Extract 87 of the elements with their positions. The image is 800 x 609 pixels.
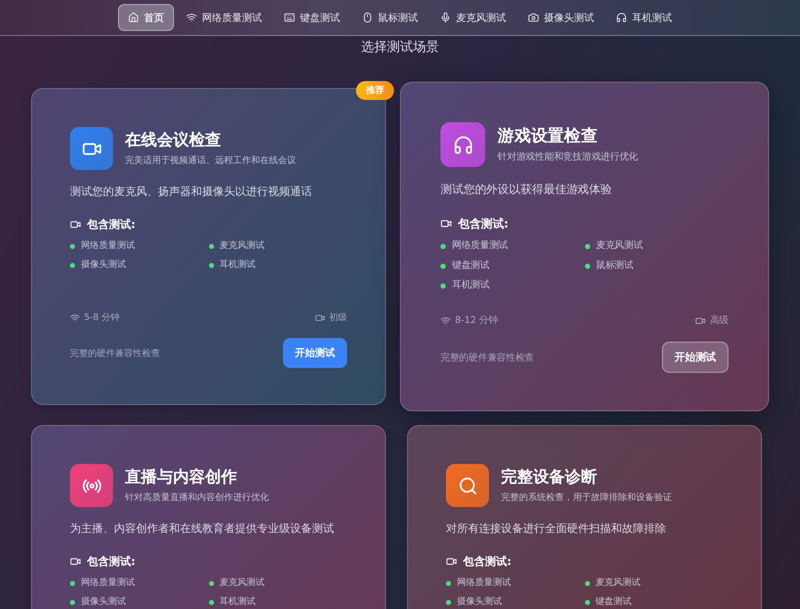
- test-item: 麦克风测试: [596, 240, 643, 254]
- status-dot: [584, 581, 590, 586]
- wifi-icon: [440, 315, 451, 326]
- search-icon: [458, 476, 478, 496]
- card-title: 直播与内容创作: [125, 467, 238, 487]
- status-dot: [70, 244, 75, 249]
- video-camera-icon: [70, 556, 81, 567]
- difficulty-text: 初级: [329, 312, 347, 324]
- card-description: 测试您的麦克风、扬声器和摄像头以进行视频通话: [70, 184, 313, 199]
- keyboard-icon: [284, 12, 295, 23]
- status-dot: [584, 244, 590, 250]
- status-dot: [446, 600, 451, 605]
- status-dot: [446, 581, 451, 586]
- headphones-icon: [452, 134, 474, 155]
- test-item: 网络质量测试: [81, 577, 135, 590]
- status-dot: [440, 283, 446, 289]
- status-dot: [208, 244, 214, 249]
- card-title: 在线会议检查: [125, 130, 222, 150]
- video-camera-icon: [440, 218, 452, 230]
- duration-text: 8-12 分钟: [455, 314, 498, 328]
- test-item: 耳机测试: [220, 596, 256, 609]
- status-dot: [208, 581, 214, 586]
- nav-tab[interactable]: 鼠标测试: [352, 4, 428, 31]
- test-item: 网络质量测试: [457, 577, 511, 590]
- difficulty-text: 高级: [710, 314, 729, 328]
- nav-tab[interactable]: 摄像头测试: [518, 4, 604, 31]
- nav-tab[interactable]: 耳机测试: [606, 4, 682, 31]
- video-camera-icon: [695, 315, 706, 326]
- test-item: 耳机测试: [220, 259, 256, 272]
- footer-text: 完整的硬件兼容性检查: [70, 348, 160, 360]
- status-dot: [70, 581, 75, 586]
- scenario-card[interactable]: 完整设备诊断 完整的系统检查，用于故障排除和设备验证 对所有连接设备进行全面硬件扫描和故障排除 包含测试: 网络质量测试 麦克风测试 摄像头测试 键盘测试: [407, 425, 762, 609]
- recommended-badge: 推荐: [356, 81, 394, 100]
- scenario-card[interactable]: 游戏设置检查 针对游戏性能和竞技游戏进行优化 测试您的外设以获得最佳游戏体验 包含测试: 网络质量测试 麦克风测试 键盘测试 鼠标测试 耳机测试 8-12 分钟 高级 完整的硬件兼容性检查 开始测试: [400, 82, 770, 412]
- camera-icon: [528, 12, 539, 23]
- test-item: 麦克风测试: [220, 577, 264, 590]
- card-subtitle: 完整的系统检查，用于故障排除和设备验证: [501, 492, 672, 504]
- card-title: 完整设备诊断: [501, 467, 598, 487]
- test-item: 网络质量测试: [452, 240, 508, 254]
- nav-tab[interactable]: 键盘测试: [274, 4, 350, 31]
- headphones-icon: [616, 12, 627, 23]
- tests-label: 包含测试:: [458, 216, 508, 232]
- test-item: 键盘测试: [596, 596, 632, 609]
- nav-tab[interactable]: 首页: [118, 4, 174, 31]
- wifi-icon: [186, 12, 197, 23]
- home-icon: [128, 12, 139, 23]
- status-dot: [584, 600, 590, 605]
- tests-label: 包含测试:: [87, 554, 136, 569]
- video-camera-icon: [446, 556, 457, 567]
- test-item: 键盘测试: [452, 260, 490, 273]
- test-item: 摄像头测试: [81, 259, 126, 272]
- card-subtitle: 针对游戏性能和竞技游戏进行优化: [498, 150, 638, 164]
- test-item: 摄像头测试: [457, 596, 502, 609]
- card-subtitle: 针对高质量直播和内容创作进行优化: [125, 492, 269, 504]
- tests-label: 包含测试:: [463, 554, 512, 569]
- test-item: 麦克风测试: [596, 577, 640, 590]
- card-description: 为主播、内容创作者和在线教育者提供专业级设备测试: [70, 521, 335, 536]
- status-dot: [584, 264, 590, 269]
- test-item: 鼠标测试: [596, 260, 634, 273]
- test-item: 网络质量测试: [81, 240, 135, 253]
- video-camera-icon: [315, 312, 325, 322]
- test-item: 耳机测试: [452, 279, 490, 293]
- tests-label: 包含测试:: [87, 217, 136, 232]
- status-dot: [208, 263, 214, 268]
- card-description: 测试您的外设以获得最佳游戏体验: [440, 182, 614, 198]
- status-dot: [70, 263, 75, 268]
- status-dot: [440, 244, 446, 250]
- card-description: 对所有连接设备进行全面硬件扫描和故障排除: [446, 521, 667, 536]
- nav-tab[interactable]: 麦克风测试: [430, 4, 516, 31]
- status-dot: [208, 600, 214, 605]
- mouse-icon: [362, 12, 373, 23]
- status-dot: [70, 600, 75, 605]
- scenario-card[interactable]: 直播与内容创作 针对高质量直播和内容创作进行优化 为主播、内容创作者和在线教育者提供专业级设备测试 包含测试: 网络质量测试 麦克风测试 摄像头测试 耳机测试: [31, 425, 386, 609]
- footer-text: 完整的硬件兼容性检查: [440, 352, 534, 364]
- duration-text: 5-8 分钟: [84, 312, 120, 324]
- video-camera-icon: [70, 219, 81, 230]
- microphone-icon: [440, 12, 451, 23]
- nav-tab[interactable]: 网络质量测试: [176, 4, 272, 31]
- start-test-button[interactable]: 开始测试: [662, 342, 729, 373]
- test-item: 摄像头测试: [81, 596, 126, 609]
- start-test-button[interactable]: 开始测试: [283, 338, 347, 368]
- test-item: 麦克风测试: [220, 240, 264, 253]
- card-subtitle: 完美适用于视频通话、远程工作和在线会议: [125, 154, 296, 167]
- card-title: 游戏设置检查: [498, 125, 598, 146]
- status-dot: [440, 264, 446, 269]
- section-heading: 选择测试场景: [360, 39, 440, 57]
- wifi-icon: [70, 312, 80, 322]
